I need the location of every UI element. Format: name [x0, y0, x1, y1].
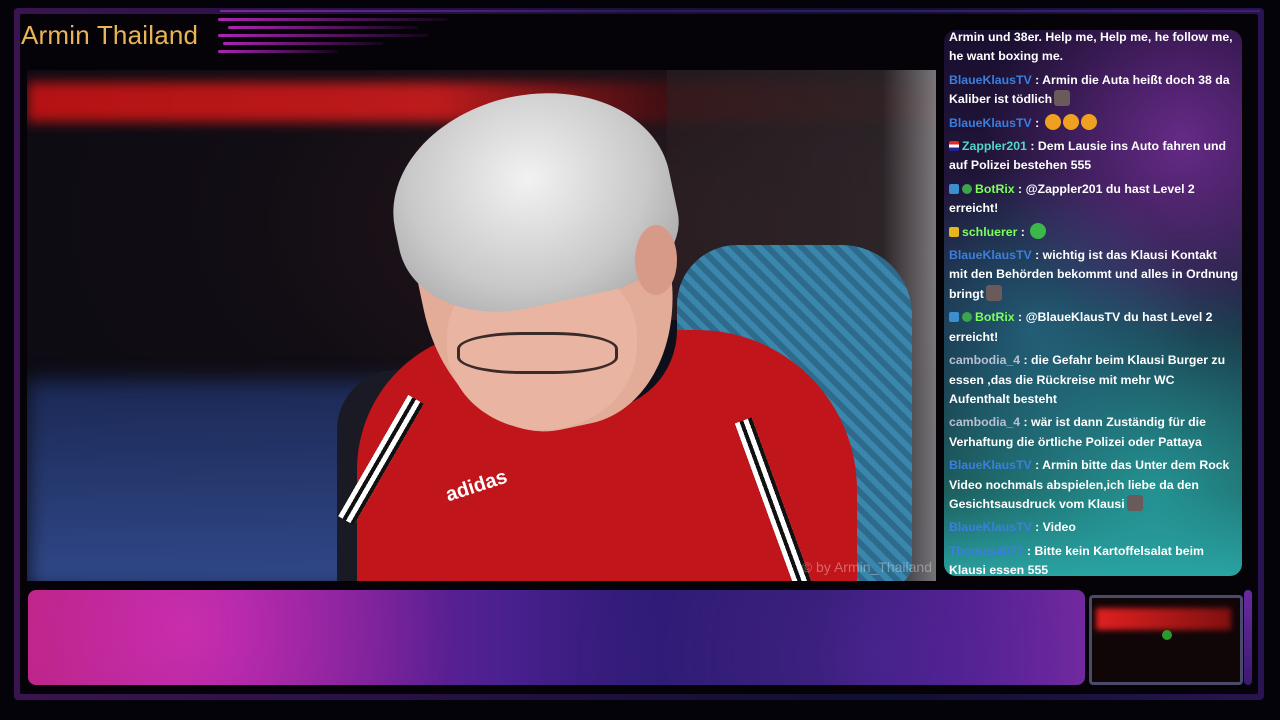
chat-separator: :: [1031, 520, 1043, 535]
chat-message: cambodia_4 : die Gefahr beim Klausi Burg…: [949, 351, 1238, 409]
chat-separator: :: [1023, 543, 1035, 558]
face-emote: [1126, 494, 1143, 511]
chat-username[interactable]: BlaueKlausTV: [949, 248, 1032, 262]
chat-separator: :: [1014, 310, 1026, 325]
ear: [635, 225, 677, 295]
bot-icon: [949, 183, 959, 194]
chat-username[interactable]: cambodia_4: [949, 353, 1020, 367]
chat-separator: :: [1026, 139, 1038, 154]
chat-message: cambodia_4 : wär ist dann Zuständig für …: [949, 413, 1238, 452]
chat-message: BlaueKlausTV : wichtig ist das Klausi Ko…: [949, 246, 1238, 304]
bottom-banner: [28, 590, 1085, 685]
chat-message: BotRix : @Zappler201 du hast Level 2 err…: [949, 180, 1238, 219]
verified-icon: [962, 183, 972, 194]
chat-message: BlaueKlausTV : Armin die Auta heißt doch…: [949, 71, 1238, 110]
chat-message: Armin und 38er. Help me, Help me, he fol…: [949, 30, 1238, 67]
crown-icon: [949, 226, 959, 237]
laugh-emote: [1080, 113, 1097, 130]
chat-separator: :: [1031, 248, 1043, 263]
chat-message: BotRix : @BlaueKlausTV du hast Level 2 e…: [949, 308, 1238, 347]
top-accent-line: [220, 10, 1260, 12]
chat-username[interactable]: BotRix: [975, 182, 1015, 196]
chat-username[interactable]: Thomas4077: [949, 544, 1024, 558]
title-decoration: [218, 14, 458, 62]
chat-username[interactable]: schluerer: [962, 225, 1017, 239]
camera-preview: [1089, 595, 1243, 685]
chat-text: Video: [1042, 520, 1076, 535]
green-emote: [1030, 222, 1047, 239]
chat-separator: :: [1014, 181, 1026, 196]
chat-username[interactable]: BlaueKlausTV: [949, 520, 1032, 534]
chat-separator: :: [1031, 72, 1043, 87]
glasses: [457, 332, 618, 374]
chat-message: Zappler201 : Dem Lausie ins Auto fahren …: [949, 137, 1238, 176]
chat-message: Thomas4077 : Bitte kein Kartoffelsalat b…: [949, 542, 1238, 576]
webcam-video[interactable]: adidas © by Armin_Thailand: [27, 70, 936, 581]
chat-text: Armin und 38er. Help me, Help me, he fol…: [949, 30, 1233, 64]
chat-separator: :: [1020, 415, 1032, 430]
laugh-emote: [1062, 113, 1079, 130]
face-emote: [1054, 90, 1071, 107]
chat-message: BlaueKlausTV : Video: [949, 518, 1238, 537]
chat-panel[interactable]: Armin und 38er. Help me, Help me, he fol…: [944, 30, 1242, 576]
chat-message: BlaueKlausTV :: [949, 113, 1238, 133]
watermark: © by Armin_Thailand: [801, 559, 932, 575]
chat-separator: :: [1031, 458, 1043, 473]
chat-username[interactable]: BlaueKlausTV: [949, 73, 1032, 87]
chat-list: Armin und 38er. Help me, Help me, he fol…: [949, 30, 1238, 576]
chat-username[interactable]: BotRix: [975, 310, 1015, 324]
channel-title: Armin Thailand: [21, 20, 199, 50]
chat-username[interactable]: BlaueKlausTV: [949, 116, 1032, 130]
chat-separator: :: [1017, 224, 1029, 239]
chat-message: BlaueKlausTV : Armin bitte das Unter dem…: [949, 456, 1238, 514]
bot-icon: [949, 312, 959, 323]
chat-separator: :: [1031, 115, 1043, 130]
flag-icon: [949, 141, 959, 152]
right-accent: [1244, 590, 1252, 685]
verified-icon: [962, 312, 972, 323]
chat-message: schluerer :: [949, 222, 1238, 242]
chat-username[interactable]: BlaueKlausTV: [949, 458, 1032, 472]
face-emote: [985, 284, 1002, 301]
chat-separator: :: [1020, 353, 1032, 368]
chat-username[interactable]: Zappler201: [962, 139, 1027, 153]
laugh-emote: [1044, 113, 1061, 130]
chat-username[interactable]: cambodia_4: [949, 415, 1020, 429]
